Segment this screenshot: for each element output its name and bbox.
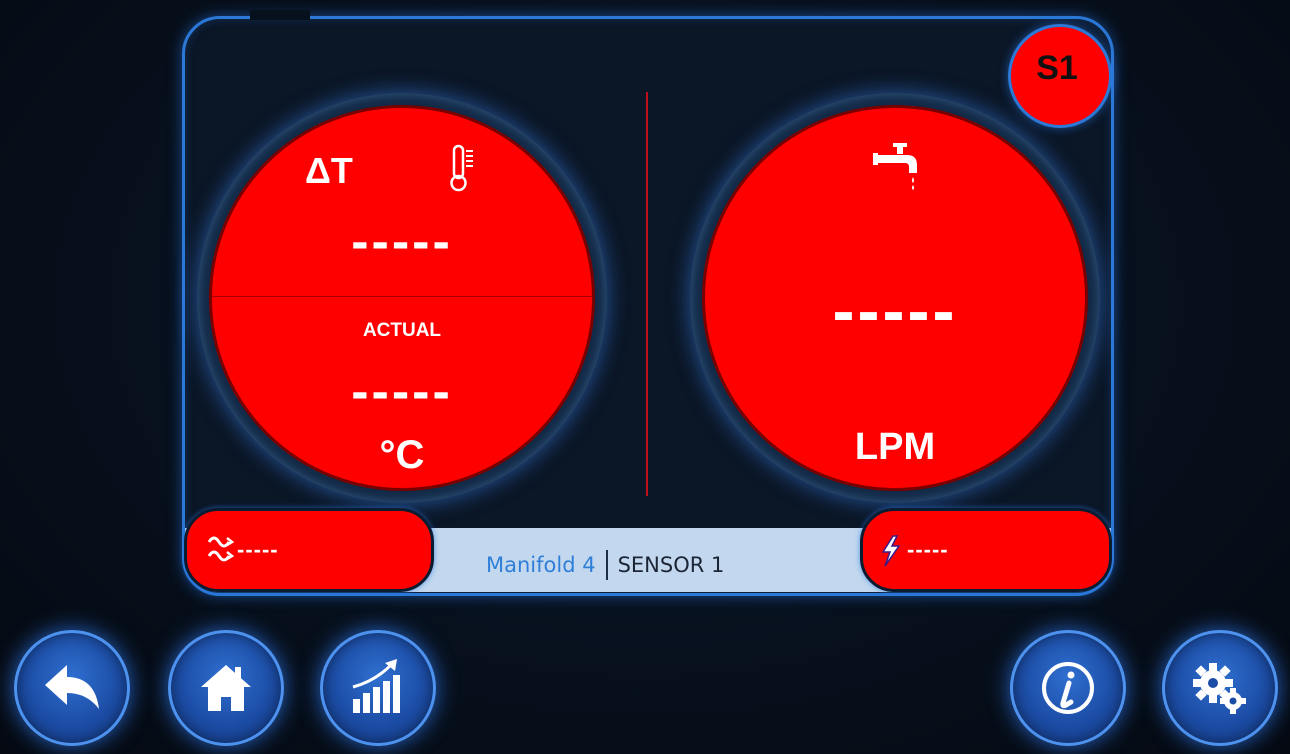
heat-output-pill[interactable]: ----- [184, 508, 434, 592]
home-icon [201, 665, 251, 711]
lightning-icon [881, 535, 901, 567]
gears-icon [1193, 663, 1246, 714]
label-separator [605, 550, 608, 580]
water-tap-icon [873, 143, 917, 190]
delta-t-symbol: ΔT [305, 150, 353, 191]
heat-wave-icon [207, 536, 235, 562]
panel-frame-gap [250, 10, 310, 20]
temperature-gauge-face: ΔT ----- ACTUAL ----- °C [209, 105, 595, 491]
gauge-split-line [212, 296, 592, 297]
bar-chart-icon [352, 659, 400, 713]
flow-unit: LPM [854, 426, 936, 468]
temperature-gauge[interactable]: ΔT ----- ACTUAL ----- °C [197, 93, 607, 503]
manifold-sensor-label: Manifold 4 SENSOR 1 [486, 550, 724, 580]
delta-t-setpoint-value: ----- [351, 213, 453, 271]
temperature-unit: °C [379, 433, 425, 477]
flow-rate-value: ----- [832, 273, 958, 347]
info-button[interactable] [1010, 630, 1126, 746]
settings-button[interactable] [1162, 630, 1278, 746]
info-icon [1042, 662, 1094, 714]
sensor-badge-label: S1 [1036, 48, 1078, 87]
sensor-name: SENSOR 1 [617, 553, 725, 577]
flow-gauge[interactable]: ----- LPM [690, 93, 1100, 503]
back-button[interactable] [14, 630, 130, 746]
flow-gauge-face: ----- LPM [702, 105, 1088, 491]
heat-output-value: ----- [237, 537, 279, 562]
delta-t-actual-value: ----- [351, 363, 453, 421]
actual-label: ACTUAL [362, 320, 442, 341]
sensor-badge: S1 [1008, 24, 1112, 128]
back-arrow-icon [45, 665, 99, 709]
thermometer-icon [450, 144, 473, 192]
chart-button[interactable] [320, 630, 436, 746]
gauge-divider [646, 92, 648, 496]
power-pill[interactable]: ----- [860, 508, 1112, 592]
manifold-name: Manifold 4 [486, 553, 596, 577]
power-value: ----- [907, 537, 949, 562]
home-button[interactable] [168, 630, 284, 746]
